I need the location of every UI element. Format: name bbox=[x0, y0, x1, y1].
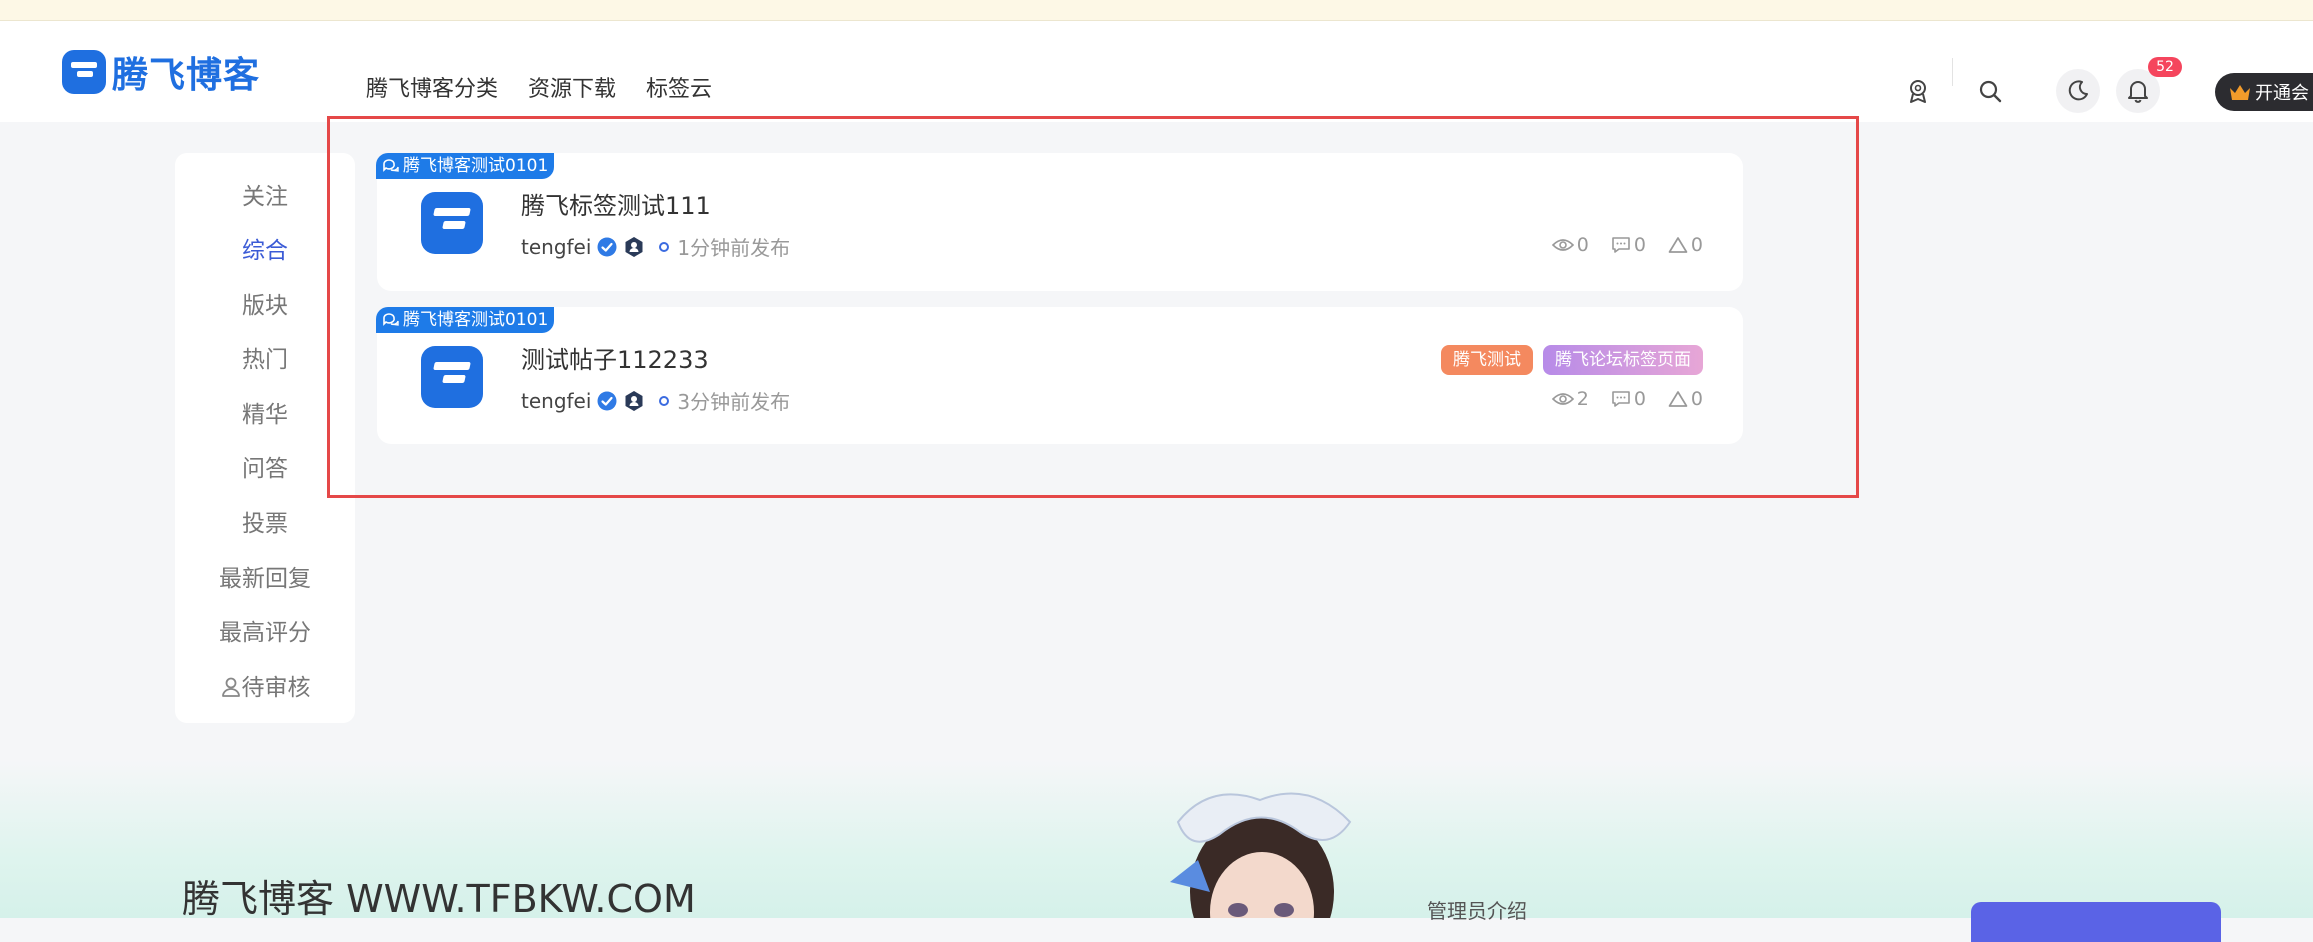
highlight-box bbox=[327, 116, 1859, 498]
main-nav: 腾飞博客分类 资源下载 标签云 bbox=[366, 71, 712, 103]
site-logo-text: 腾飞博客 bbox=[112, 55, 261, 96]
nav-item-tag-cloud[interactable]: 标签云 bbox=[646, 71, 712, 103]
dark-mode-toggle[interactable] bbox=[2056, 69, 2100, 113]
notification-badge: 52 bbox=[2148, 57, 2182, 77]
sidebar-item-pending[interactable]: 待审核 bbox=[175, 668, 355, 702]
site-header: 腾飞博客 腾飞博客分类 资源下载 标签云 52 开通会 bbox=[0, 21, 2313, 122]
search-icon[interactable] bbox=[1976, 77, 2004, 105]
header-divider bbox=[1952, 58, 1953, 86]
sidebar-item-latest-reply[interactable]: 最新回复 bbox=[175, 559, 355, 593]
vip-button-label: 开通会 bbox=[2255, 83, 2309, 104]
footer-site-title: 腾飞博客 WWW.TFBKW.COM bbox=[182, 877, 696, 921]
sidebar-item-top-rated[interactable]: 最高评分 bbox=[175, 613, 355, 647]
footer-action-button[interactable] bbox=[1971, 902, 2221, 942]
award-icon[interactable] bbox=[1904, 77, 1932, 105]
sidebar-item-vote[interactable]: 投票 bbox=[175, 504, 355, 538]
sidebar-item-pending-label: 待审核 bbox=[241, 675, 311, 701]
admin-intro-heading: 管理员介绍 bbox=[1427, 899, 1527, 923]
mascot-illustration bbox=[1150, 762, 1365, 918]
notifications-button[interactable]: 52 bbox=[2116, 57, 2182, 113]
crown-icon bbox=[2230, 85, 2250, 100]
nav-item-categories[interactable]: 腾飞博客分类 bbox=[366, 71, 498, 103]
moon-icon bbox=[2068, 80, 2088, 101]
logo-icon bbox=[62, 50, 106, 94]
vip-button[interactable]: 开通会 bbox=[2215, 73, 2313, 111]
site-logo[interactable]: 腾飞博客 bbox=[62, 49, 261, 96]
browser-info-bar bbox=[0, 0, 2313, 21]
user-icon bbox=[221, 677, 240, 697]
bell-icon bbox=[2128, 81, 2148, 103]
nav-item-downloads[interactable]: 资源下载 bbox=[528, 71, 616, 103]
